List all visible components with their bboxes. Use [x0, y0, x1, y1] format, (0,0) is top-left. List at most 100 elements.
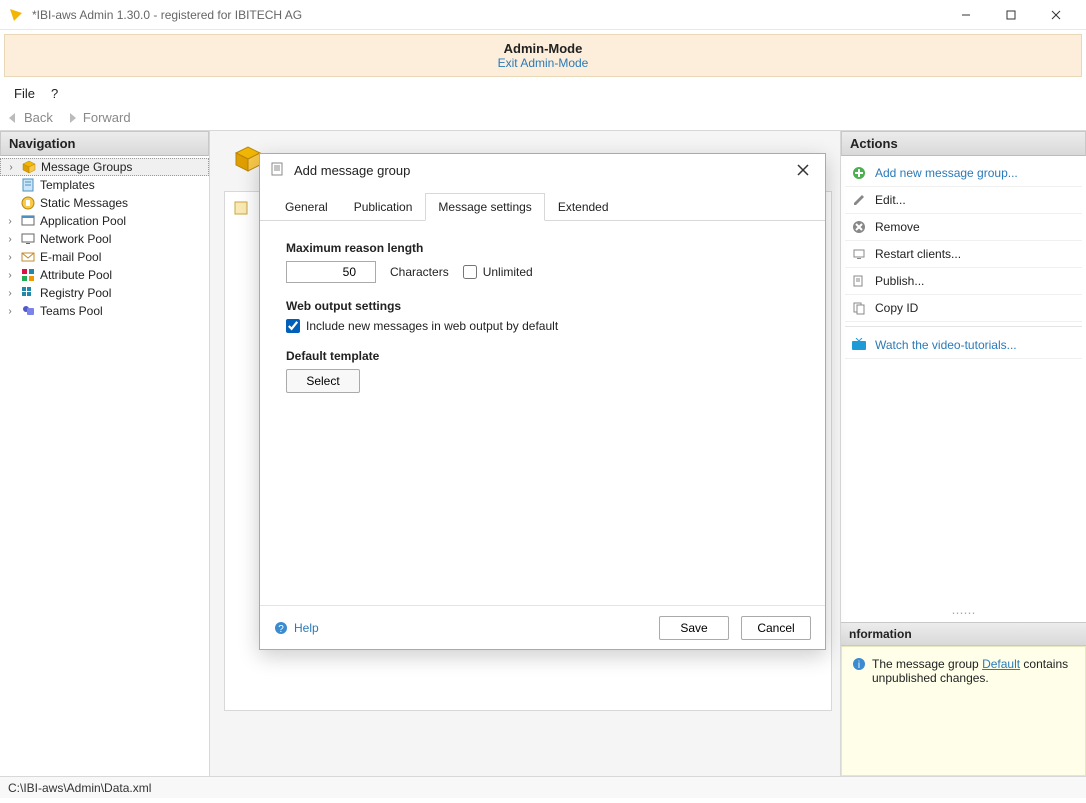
window-title: *IBI-aws Admin 1.30.0 - registered for I…	[32, 8, 943, 22]
nav-item-attribute-pool[interactable]: › Attribute Pool	[0, 266, 209, 284]
max-reason-length-input[interactable]	[286, 261, 376, 283]
expander-icon[interactable]: ›	[4, 306, 16, 317]
nav-item-registry-pool[interactable]: › Registry Pool	[0, 284, 209, 302]
save-button[interactable]: Save	[659, 616, 729, 640]
nav-item-teams-pool[interactable]: › Teams Pool	[0, 302, 209, 320]
nav-item-label: Teams Pool	[40, 304, 103, 318]
information-panel: i The message group Default contains unp…	[841, 646, 1086, 776]
actions-header: Actions	[841, 131, 1086, 156]
help-link[interactable]: ? Help	[274, 621, 319, 635]
select-template-button[interactable]: Select	[286, 369, 360, 393]
dialog-icon	[270, 162, 286, 178]
action-restart-clients[interactable]: Restart clients...	[845, 241, 1082, 268]
menu-bar: File ?	[0, 81, 1086, 105]
include-web-output-label[interactable]: Include new messages in web output by de…	[286, 319, 558, 333]
admin-mode-label: Admin-Mode	[5, 41, 1081, 56]
tv-icon	[851, 337, 867, 353]
arrow-left-icon	[6, 111, 20, 125]
teams-icon	[20, 303, 36, 319]
template-icon	[20, 177, 36, 193]
tab-general[interactable]: General	[272, 193, 341, 221]
nav-item-label: Application Pool	[40, 214, 126, 228]
status-bar: C:\IBI-aws\Admin\Data.xml	[0, 776, 1086, 798]
include-web-output-checkbox[interactable]	[286, 319, 300, 333]
restart-icon	[851, 246, 867, 262]
menu-help[interactable]: ?	[51, 86, 58, 101]
tab-publication[interactable]: Publication	[341, 193, 426, 221]
expander-icon[interactable]: ›	[4, 252, 16, 263]
plus-icon	[851, 165, 867, 181]
nav-item-label: Attribute Pool	[40, 268, 112, 282]
expander-icon[interactable]: ›	[5, 162, 17, 173]
panel-drag-handle[interactable]: ⋯⋯	[841, 604, 1086, 622]
unlimited-checkbox-label[interactable]: Unlimited	[463, 265, 533, 279]
title-bar: *IBI-aws Admin 1.30.0 - registered for I…	[0, 0, 1086, 30]
expander-icon[interactable]: ›	[4, 288, 16, 299]
registry-icon	[20, 285, 36, 301]
characters-label: Characters	[390, 265, 449, 279]
menu-file[interactable]: File	[14, 86, 35, 101]
nav-item-network-pool[interactable]: › Network Pool	[0, 230, 209, 248]
tab-message-settings[interactable]: Message settings	[425, 193, 544, 221]
section-max-reason-length: Maximum reason length	[286, 241, 799, 255]
info-icon: i	[852, 657, 866, 685]
close-button[interactable]	[1033, 0, 1078, 30]
information-text: The message group Default contains unpub…	[872, 657, 1075, 685]
remove-icon	[851, 219, 867, 235]
nav-item-templates[interactable]: Templates	[0, 176, 209, 194]
arrow-right-icon	[65, 111, 79, 125]
help-icon: ?	[274, 621, 288, 635]
maximize-button[interactable]	[988, 0, 1033, 30]
action-remove[interactable]: Remove	[845, 214, 1082, 241]
network-icon	[20, 231, 36, 247]
nav-item-label: Registry Pool	[40, 286, 111, 300]
box-icon	[21, 159, 37, 175]
pencil-icon	[851, 192, 867, 208]
nav-item-label: Message Groups	[41, 160, 132, 174]
nav-item-e-mail-pool[interactable]: › E-mail Pool	[0, 248, 209, 266]
expander-icon[interactable]: ›	[4, 270, 16, 281]
section-default-template: Default template	[286, 349, 799, 363]
publish-icon	[851, 273, 867, 289]
action-edit[interactable]: Edit...	[845, 187, 1082, 214]
cancel-button[interactable]: Cancel	[741, 616, 811, 640]
add-message-group-dialog: Add message group General Publication Me…	[259, 153, 826, 650]
nav-item-label: Network Pool	[40, 232, 111, 246]
information-header: nformation	[841, 622, 1086, 646]
nav-item-static-messages[interactable]: Static Messages	[0, 194, 209, 212]
dialog-close-button[interactable]	[791, 158, 815, 182]
navigation-tree: › Message Groups Templates Static Messages ›…	[0, 156, 209, 322]
copy-icon	[851, 300, 867, 316]
app-icon	[20, 213, 36, 229]
status-path: C:\IBI-aws\Admin\Data.xml	[8, 781, 151, 795]
dialog-title: Add message group	[294, 163, 791, 178]
nav-item-label: Static Messages	[40, 196, 128, 210]
static-icon	[20, 195, 36, 211]
action-watch-tutorials[interactable]: Watch the video-tutorials...	[845, 326, 1082, 359]
app-icon	[8, 7, 24, 23]
svg-text:?: ?	[278, 624, 284, 635]
expander-icon[interactable]: ›	[4, 216, 16, 227]
navigation-header: Navigation	[0, 131, 209, 156]
navigation-panel: Navigation › Message Groups Templates Stati…	[0, 131, 210, 776]
information-default-link[interactable]: Default	[982, 657, 1020, 671]
attr-icon	[20, 267, 36, 283]
action-copy-id[interactable]: Copy ID	[845, 295, 1082, 322]
nav-item-label: E-mail Pool	[40, 250, 101, 264]
action-publish[interactable]: Publish...	[845, 268, 1082, 295]
exit-admin-mode-link[interactable]: Exit Admin-Mode	[5, 56, 1081, 70]
back-button[interactable]: Back	[6, 110, 53, 125]
nav-item-label: Templates	[40, 178, 95, 192]
nav-item-message-groups[interactable]: › Message Groups	[0, 158, 209, 176]
svg-text:i: i	[858, 660, 860, 671]
dialog-tabs: General Publication Message settings Ext…	[260, 192, 825, 221]
tab-extended[interactable]: Extended	[545, 193, 622, 221]
actions-panel: Actions Add new message group... Edit...…	[840, 131, 1086, 776]
action-add-message-group[interactable]: Add new message group...	[845, 160, 1082, 187]
forward-button[interactable]: Forward	[65, 110, 131, 125]
section-web-output: Web output settings	[286, 299, 799, 313]
unlimited-checkbox[interactable]	[463, 265, 477, 279]
expander-icon[interactable]: ›	[4, 234, 16, 245]
nav-item-application-pool[interactable]: › Application Pool	[0, 212, 209, 230]
minimize-button[interactable]	[943, 0, 988, 30]
